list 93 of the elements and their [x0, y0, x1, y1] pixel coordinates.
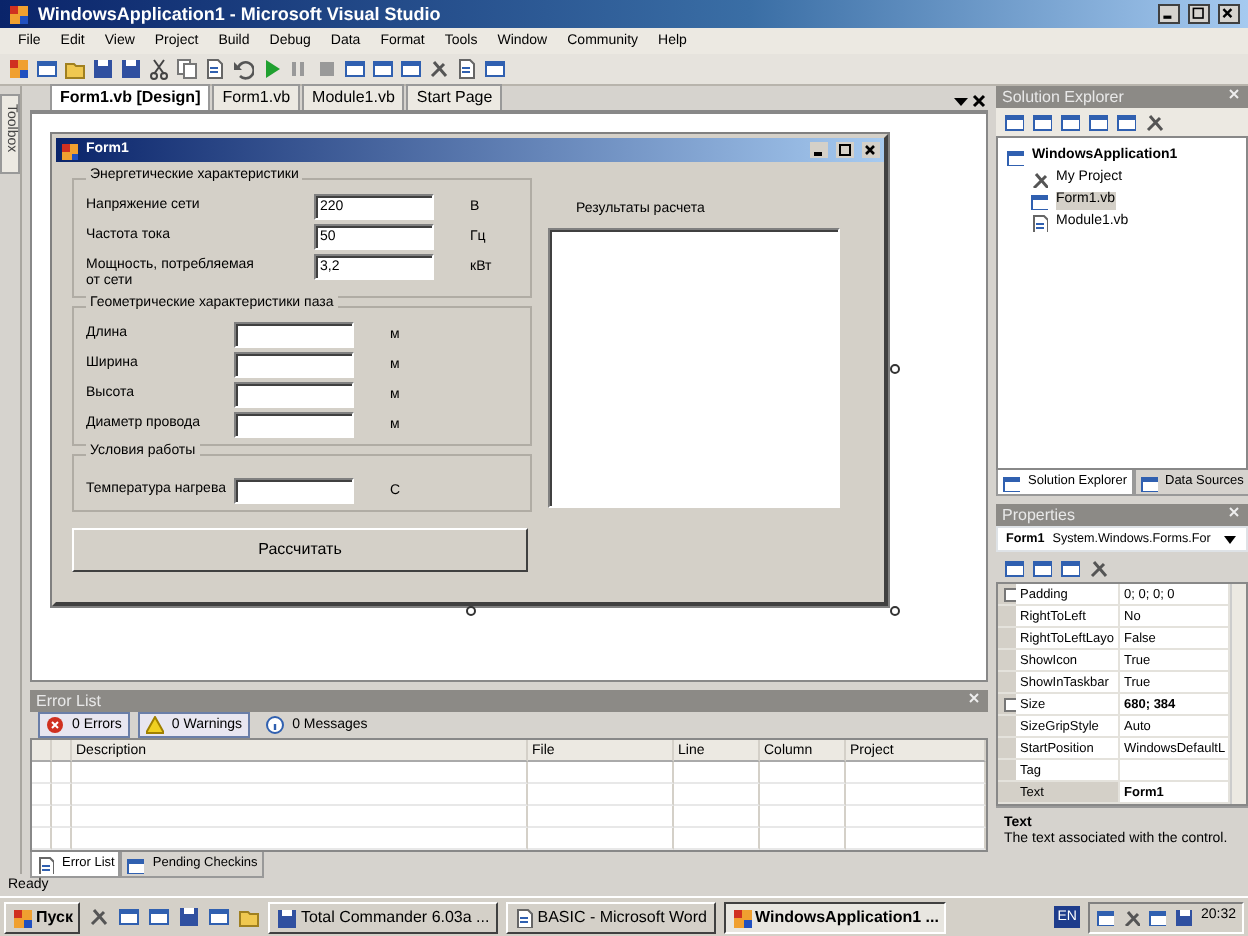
table-cell [32, 762, 52, 784]
window-icon[interactable] [400, 58, 422, 80]
document-icon [36, 855, 54, 873]
error-icon [46, 716, 64, 734]
window-icon[interactable] [1096, 908, 1115, 926]
resize-handle[interactable] [890, 364, 900, 374]
save-icon[interactable] [1174, 908, 1193, 926]
close-icon[interactable] [970, 92, 988, 110]
table-cell [674, 762, 760, 784]
expand-icon[interactable] [1004, 698, 1016, 712]
window-icon[interactable] [484, 58, 506, 80]
app-icon [731, 907, 751, 927]
close-icon[interactable] [862, 142, 880, 158]
window-icon[interactable] [1116, 112, 1136, 132]
window-icon[interactable] [1032, 112, 1052, 132]
table-cell [32, 806, 52, 828]
window-icon[interactable] [1032, 557, 1052, 577]
table-cell [674, 784, 760, 806]
flag-icon [12, 907, 32, 927]
table-cell [846, 762, 986, 784]
window-icon [1030, 192, 1048, 210]
window-title: WindowsApplication1 - Microsoft Visual Studio [38, 3, 443, 25]
table-cell [846, 806, 986, 828]
window-icon[interactable] [372, 58, 394, 80]
panel-title: Properties [1002, 504, 1077, 526]
scrollbar[interactable] [1230, 584, 1246, 804]
results-box[interactable] [548, 228, 840, 509]
minimize-icon[interactable] [810, 142, 828, 158]
taskbar-button[interactable]: WindowsApplication1 ... [723, 901, 947, 933]
play-icon[interactable] [260, 58, 282, 80]
calculate-button[interactable]: Рассчитать [72, 528, 528, 572]
close-icon[interactable] [1218, 4, 1240, 24]
app-icon [8, 3, 30, 25]
table-cell [32, 784, 52, 806]
warning-icon [145, 716, 164, 734]
save-icon [276, 907, 297, 927]
document-tab[interactable]: Start Page [406, 84, 503, 110]
window-icon[interactable] [1148, 908, 1167, 926]
window-icon [1006, 148, 1024, 166]
cut-icon[interactable] [148, 58, 170, 80]
window-icon[interactable] [148, 906, 171, 928]
copy-icon[interactable] [176, 58, 198, 80]
table-cell [52, 762, 72, 784]
save-icon[interactable] [178, 906, 201, 928]
new-project-icon[interactable] [8, 58, 30, 80]
document-icon[interactable] [456, 58, 478, 80]
table-cell [760, 806, 846, 828]
document-tab[interactable]: Module1.vb [302, 84, 405, 110]
panel-title: Error List [36, 690, 103, 712]
maximize-icon[interactable] [1188, 4, 1210, 24]
table-cell [52, 828, 72, 850]
table-cell [846, 784, 986, 806]
window-icon [1139, 473, 1157, 491]
document-icon[interactable] [1004, 112, 1024, 132]
input-field[interactable] [234, 322, 354, 348]
window-icon[interactable] [344, 58, 366, 80]
resize-handle[interactable] [890, 606, 900, 616]
undo-icon[interactable] [232, 58, 254, 80]
table-cell [674, 806, 760, 828]
window-icon[interactable] [208, 906, 231, 928]
window-icon[interactable] [1060, 112, 1080, 132]
input-field[interactable] [234, 352, 354, 378]
taskbar-button[interactable]: BASIC - Microsoft Word [505, 901, 715, 933]
document-icon[interactable] [1088, 112, 1108, 132]
input-field[interactable] [234, 478, 354, 504]
taskbar-button[interactable]: Total Commander 6.03a ... [268, 901, 498, 933]
maximize-icon[interactable] [836, 142, 854, 158]
panel-title: Solution Explorer [1002, 86, 1126, 108]
input-field[interactable] [234, 412, 354, 438]
table-cell [760, 762, 846, 784]
minimize-icon[interactable] [1158, 4, 1180, 24]
table-cell [32, 828, 52, 850]
window-icon [126, 855, 145, 873]
document-tab[interactable]: Form1.vb [212, 84, 301, 110]
save-icon[interactable] [92, 58, 114, 80]
form-icon [60, 141, 78, 159]
document-tab[interactable]: Form1.vb [Design] [50, 84, 211, 110]
document-icon [1030, 214, 1048, 232]
document-icon [513, 907, 534, 927]
expand-icon[interactable] [1004, 588, 1016, 602]
window-icon[interactable] [1004, 557, 1024, 577]
table-cell [52, 784, 72, 806]
resize-handle[interactable] [466, 606, 476, 616]
window-icon [1002, 473, 1020, 491]
input-field[interactable] [234, 382, 354, 408]
info-icon [266, 716, 285, 734]
save-all-icon[interactable] [120, 58, 142, 80]
start-button[interactable]: Пуск [4, 901, 81, 933]
document-icon[interactable] [204, 58, 226, 80]
table-cell [760, 784, 846, 806]
table-cell [52, 806, 72, 828]
window-icon[interactable] [1060, 557, 1080, 577]
dropdown-icon[interactable] [1222, 531, 1238, 547]
